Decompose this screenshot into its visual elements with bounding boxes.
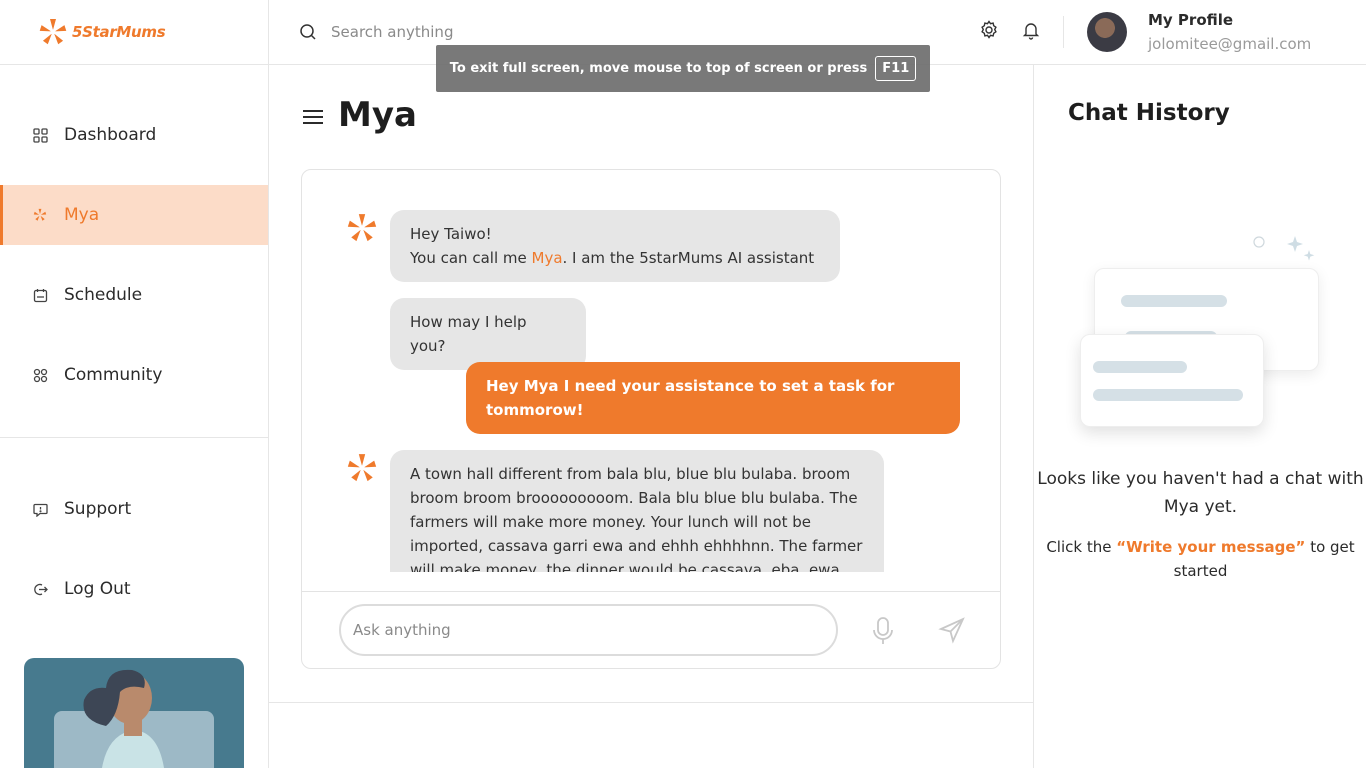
sidebar-item-schedule[interactable]: Schedule [0,265,268,325]
message-text: You can call me [410,249,532,267]
sparkle-icon [1253,236,1315,261]
bot-avatar-icon [347,214,377,242]
search-bar[interactable]: Search anything [299,16,701,48]
sidebar-item-community[interactable]: Community [0,345,268,405]
chat-help-icon [32,501,48,517]
search-icon [300,24,316,40]
sidebar-item-label: Community [64,365,163,385]
promo-illustration [24,658,244,768]
toast-text: To exit full screen, move mouse to top o… [449,61,868,76]
message-text: . I am the 5starMums AI assistant [562,249,815,267]
sidebar-item-label: Schedule [64,285,143,305]
logo[interactable]: 5StarMums [0,0,268,65]
star-logo-icon [39,19,67,45]
ask-input[interactable] [339,604,838,656]
sidebar-nav: Dashboard Mya Schedule Community [0,105,268,425]
placeholder-card [1080,334,1264,427]
message-text: Hey Mya I need your assistance to set a … [486,377,895,419]
message-list[interactable]: Hey Taiwo! You can call me Mya. I am the… [302,170,1000,572]
chat-panel: Hey Taiwo! You can call me Mya. I am the… [301,169,1001,669]
message-line: You can call me Mya. I am the 5starMums … [410,246,820,270]
sidebar-bottom-nav: Support Log Out [0,479,268,639]
composer [302,591,1000,668]
cta-text: Click the [1046,538,1117,556]
topbar-divider [1063,16,1064,48]
empty-state-illustration [1074,230,1334,440]
empty-state-cta: Click the “Write your message” to get st… [1034,535,1366,583]
send-icon[interactable] [938,616,966,644]
top-icons [979,20,1041,40]
sidebar-item-dashboard[interactable]: Dashboard [0,105,268,165]
sidebar-item-logout[interactable]: Log Out [0,559,268,619]
toast-key: F11 [875,56,917,81]
main-content: Mya Hey Taiwo! You can call me Mya. I am… [269,65,1034,702]
chat-history-title: Chat History [1068,100,1230,126]
profile-name[interactable]: My Profile [1148,11,1233,29]
message-line: Hey Taiwo! [410,225,492,243]
bot-avatar-icon [347,454,377,482]
fullscreen-toast: To exit full screen, move mouse to top o… [436,45,930,92]
user-message: Hey Mya I need your assistance to set a … [466,362,960,434]
gear-icon[interactable] [979,20,999,40]
profile-email: jolomitee@gmail.com [1148,35,1312,53]
sidebar-item-label: Log Out [64,579,131,599]
bell-icon[interactable] [1021,20,1041,40]
sidebar-divider [0,437,268,438]
app-root: 5StarMums Dashboard Mya Schedule Communi… [0,0,1366,768]
sidebar-item-support[interactable]: Support [0,479,268,539]
empty-state-text: Looks like you haven't had a chat with M… [1037,469,1364,517]
page-title: Mya [338,95,417,135]
assistant-name: Mya [531,249,563,267]
grid-icon [32,127,48,143]
sidebar-item-label: Mya [64,205,100,225]
community-icon [32,367,48,383]
sidebar-item-label: Dashboard [64,125,157,145]
sidebar-item-mya[interactable]: Mya [0,185,268,245]
logo-text: 5StarMums [72,23,166,41]
bot-message: How may I help you? [390,298,586,370]
star-logo-icon [32,207,48,223]
bot-message: Hey Taiwo! You can call me Mya. I am the… [390,210,840,282]
message-text: A town hall different from bala blu, blu… [410,465,863,572]
search-input[interactable]: Search anything [331,23,453,41]
avatar[interactable] [1087,12,1127,52]
microphone-icon[interactable] [870,616,896,646]
calendar-icon [32,287,48,303]
bot-message: A town hall different from bala blu, blu… [390,450,884,572]
menu-icon[interactable] [303,110,323,128]
message-text: How may I help you? [410,313,527,355]
logout-icon [32,581,48,597]
sidebar-item-label: Support [64,499,132,519]
chat-history-panel: Chat History Looks like you haven't had … [1033,65,1366,768]
sidebar: 5StarMums Dashboard Mya Schedule Communi… [0,0,269,768]
main-divider [269,702,1034,703]
cta-highlight: “Write your message” [1116,538,1306,556]
